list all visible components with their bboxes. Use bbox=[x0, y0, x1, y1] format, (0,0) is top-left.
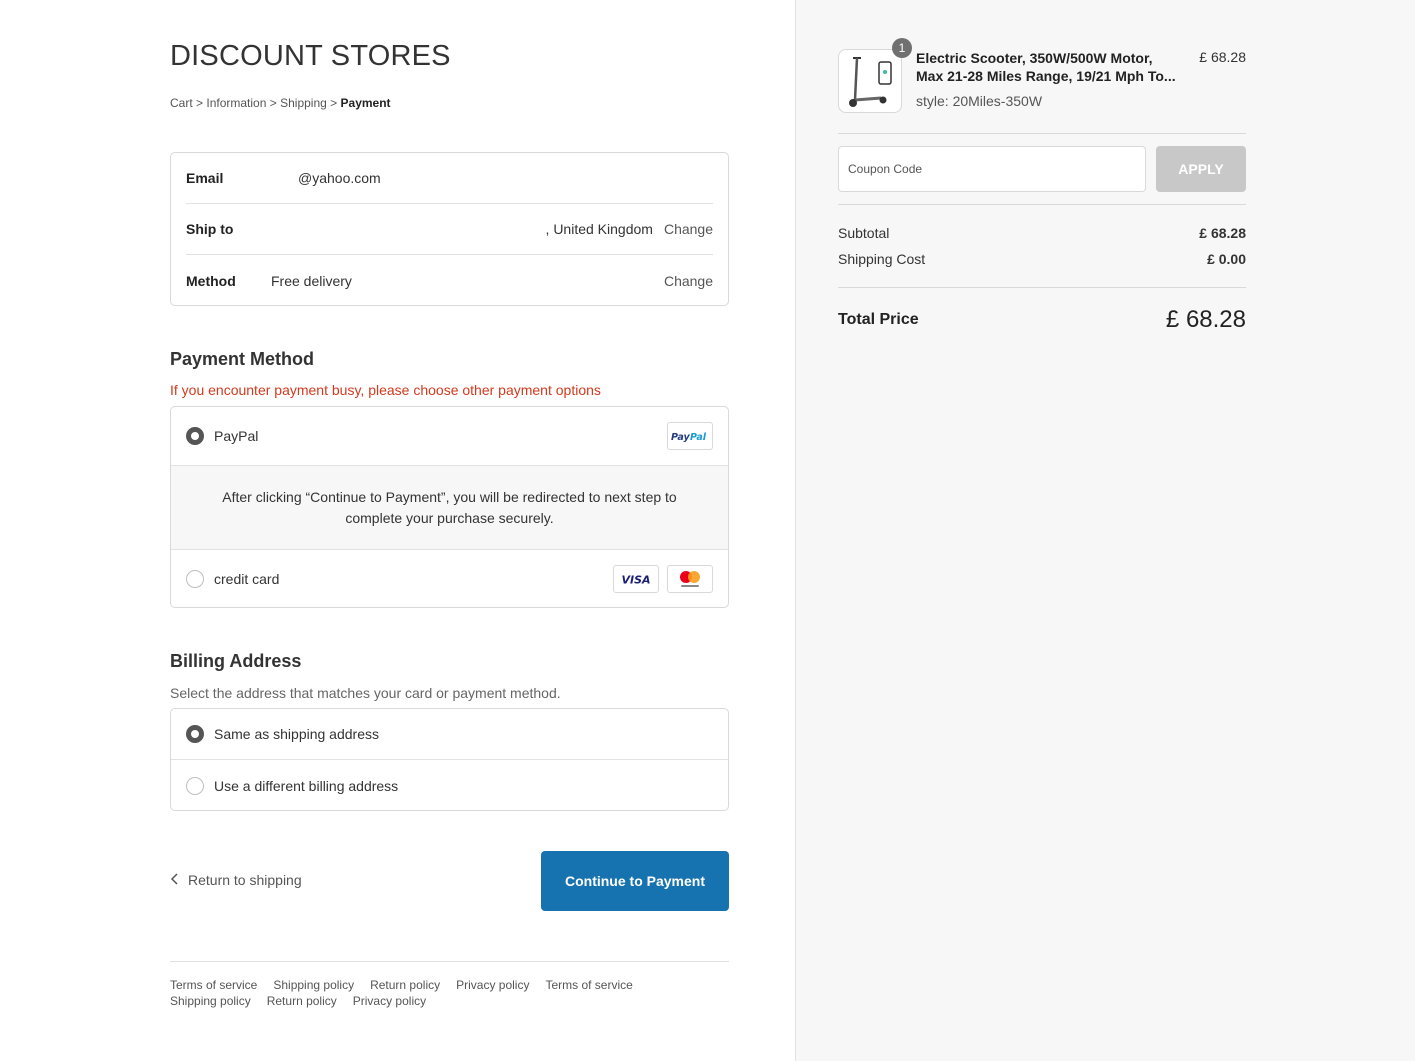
return-to-shipping-label: Return to shipping bbox=[188, 872, 302, 888]
mastercard-logo-icon bbox=[667, 565, 713, 593]
breadcrumb-shipping[interactable]: Shipping bbox=[280, 96, 327, 110]
credit-card-radio[interactable] bbox=[186, 570, 204, 588]
billing-option-different[interactable]: Use a different billing address bbox=[171, 760, 728, 811]
review-box: Email @yahoo.com Ship to , United Kingdo… bbox=[170, 152, 729, 306]
svg-text:VISA: VISA bbox=[621, 574, 650, 587]
paypal-label: PayPal bbox=[214, 428, 259, 444]
footer-link-terms[interactable]: Terms of service bbox=[545, 977, 632, 993]
change-shipping-link[interactable]: Change bbox=[664, 221, 713, 237]
subtotal-label: Subtotal bbox=[838, 225, 890, 241]
subtotal-value: £ 68.28 bbox=[1199, 225, 1246, 241]
shipping-cost-row: Shipping Cost £ 0.00 bbox=[838, 251, 1246, 267]
breadcrumb-payment: Payment bbox=[340, 96, 391, 110]
payment-warning: If you encounter payment busy, please ch… bbox=[170, 382, 601, 398]
return-to-shipping-link[interactable]: Return to shipping bbox=[170, 872, 302, 888]
same-address-radio[interactable] bbox=[186, 725, 204, 743]
payment-option-credit-card[interactable]: credit card VISA bbox=[171, 549, 728, 607]
product-variant: style: 20Miles-350W bbox=[916, 93, 1043, 109]
chevron-left-icon bbox=[170, 872, 180, 888]
summary-divider bbox=[838, 287, 1246, 288]
quantity-badge: 1 bbox=[892, 38, 912, 58]
same-address-label: Same as shipping address bbox=[214, 726, 379, 742]
store-title: DISCOUNT STORES bbox=[170, 40, 451, 72]
footer-link-privacy[interactable]: Privacy policy bbox=[353, 993, 426, 1009]
ship-to-row: Ship to , United Kingdom Change bbox=[186, 204, 713, 255]
paypal-logo-icon: Pay Pal bbox=[667, 422, 713, 450]
continue-to-payment-button[interactable]: Continue to Payment bbox=[541, 851, 729, 911]
visa-logo-icon: VISA bbox=[613, 565, 659, 593]
footer-link-privacy[interactable]: Privacy policy bbox=[456, 977, 529, 993]
total-value: £ 68.28 bbox=[1165, 306, 1246, 333]
product-price: £ 68.28 bbox=[1199, 49, 1246, 65]
billing-address-title: Billing Address bbox=[170, 651, 302, 671]
product-name: Electric Scooter, 350W/500W Motor, Max 2… bbox=[916, 50, 1176, 84]
method-row: Method Free delivery Change bbox=[186, 255, 713, 306]
footer-link-return[interactable]: Return policy bbox=[267, 993, 337, 1009]
shipping-cost-label: Shipping Cost bbox=[838, 251, 926, 267]
method-label: Method bbox=[186, 272, 236, 289]
payment-option-paypal[interactable]: PayPal Pay Pal bbox=[171, 407, 728, 466]
apply-coupon-button[interactable]: APPLY bbox=[1156, 146, 1246, 192]
svg-text:Pal: Pal bbox=[690, 432, 707, 443]
summary-divider bbox=[838, 204, 1246, 205]
breadcrumb-information[interactable]: Information bbox=[206, 96, 266, 110]
credit-card-label: credit card bbox=[214, 571, 280, 587]
change-method-link[interactable]: Change bbox=[664, 273, 713, 289]
paypal-redirect-info: After clicking “Continue to Payment”, yo… bbox=[171, 466, 728, 549]
svg-text:Pay: Pay bbox=[671, 432, 690, 443]
email-value: @yahoo.com bbox=[298, 170, 381, 186]
email-label: Email bbox=[186, 170, 224, 186]
footer-link-return[interactable]: Return policy bbox=[370, 977, 440, 993]
product-thumbnail bbox=[838, 49, 902, 113]
order-summary: 1 Electric Scooter, 350W/500W Motor, Max… bbox=[795, 0, 1415, 1061]
billing-hint: Select the address that matches your car… bbox=[170, 685, 561, 701]
shipping-cost-value: £ 0.00 bbox=[1207, 251, 1246, 267]
total-label: Total Price bbox=[838, 311, 919, 328]
ship-to-label: Ship to bbox=[186, 221, 234, 237]
checkout-main: DISCOUNT STORES Cart > Information > Shi… bbox=[0, 0, 795, 1061]
payment-options: PayPal Pay Pal After clicking “Continue … bbox=[170, 406, 729, 608]
billing-option-same[interactable]: Same as shipping address bbox=[171, 709, 728, 760]
scooter-image-icon bbox=[849, 57, 892, 107]
summary-divider bbox=[838, 133, 1246, 134]
coupon-code-input[interactable] bbox=[838, 146, 1146, 192]
footer-divider bbox=[170, 961, 729, 962]
footer-links: Terms of service Shipping policy Return po… bbox=[170, 977, 729, 1009]
ship-to-value: , United Kingdom bbox=[545, 221, 653, 237]
payment-method-title: Payment Method bbox=[170, 349, 315, 369]
subtotal-row: Subtotal £ 68.28 bbox=[838, 225, 1246, 241]
email-row: Email @yahoo.com bbox=[186, 153, 713, 204]
breadcrumb-cart[interactable]: Cart bbox=[170, 96, 193, 110]
different-address-label: Use a different billing address bbox=[214, 777, 399, 794]
footer-link-terms[interactable]: Terms of service bbox=[170, 977, 257, 993]
method-value: Free delivery bbox=[271, 272, 352, 289]
paypal-radio[interactable] bbox=[186, 427, 204, 445]
breadcrumb: Cart > Information > Shipping > Payment bbox=[170, 96, 391, 110]
product-line-item: 1 Electric Scooter, 350W/500W Motor, Max… bbox=[838, 38, 1246, 116]
footer-link-shipping[interactable]: Shipping policy bbox=[273, 977, 354, 993]
different-address-radio[interactable] bbox=[186, 776, 204, 795]
total-row: Total Price £ 68.28 bbox=[838, 306, 1246, 334]
footer-link-shipping[interactable]: Shipping policy bbox=[170, 993, 251, 1009]
billing-options: Same as shipping address Use a different… bbox=[170, 708, 729, 811]
